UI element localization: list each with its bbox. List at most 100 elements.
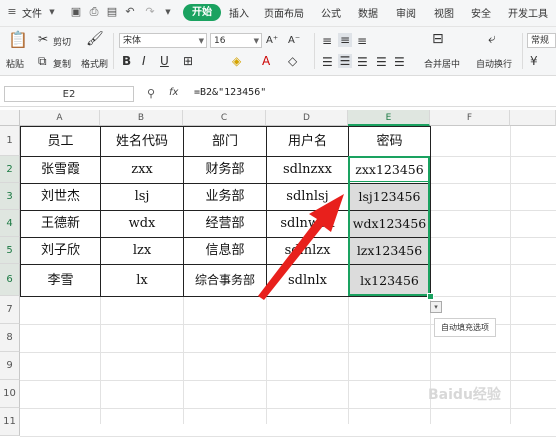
tab-data[interactable]: 数据 bbox=[358, 5, 378, 20]
header-cell[interactable]: 密码 bbox=[349, 127, 430, 156]
underline-icon[interactable]: U bbox=[160, 54, 169, 68]
table-cell[interactable]: 综合事务部 bbox=[184, 265, 266, 296]
row-header-8[interactable]: 8 bbox=[0, 324, 20, 352]
column-header-e[interactable]: E bbox=[348, 110, 430, 126]
table-cell[interactable]: lzx bbox=[101, 238, 183, 264]
header-cell[interactable]: 部门 bbox=[184, 127, 266, 156]
name-box[interactable]: E2 bbox=[4, 86, 134, 102]
autofill-options-button[interactable]: ▾ bbox=[430, 301, 442, 313]
header-cell[interactable]: 员工 bbox=[21, 127, 100, 156]
row-header-9[interactable]: 9 bbox=[0, 352, 20, 380]
align-center-icon[interactable]: ☰ bbox=[338, 54, 352, 68]
table-cell[interactable]: lx bbox=[101, 265, 183, 296]
font-name-select[interactable]: 宋体 ▼ bbox=[119, 33, 207, 48]
column-header-c[interactable]: C bbox=[183, 110, 266, 126]
align-middle-icon[interactable]: ≡ bbox=[338, 33, 352, 47]
tab-developer[interactable]: 开发工具 bbox=[508, 5, 548, 20]
format-painter-button[interactable]: 格式刷 bbox=[81, 57, 108, 70]
print-preview-icon[interactable]: ▤ bbox=[106, 6, 118, 18]
table-cell[interactable]: sdlnlx bbox=[267, 265, 348, 296]
table-cell[interactable]: 信息部 bbox=[184, 238, 266, 264]
header-cell[interactable]: 用户名 bbox=[267, 127, 348, 156]
tab-page-layout[interactable]: 页面布局 bbox=[264, 5, 304, 20]
align-top-icon[interactable]: ≡ bbox=[322, 34, 332, 48]
decrease-font-icon[interactable]: A⁻ bbox=[288, 34, 300, 48]
increase-font-icon[interactable]: A⁺ bbox=[266, 34, 278, 48]
bold-icon[interactable]: B bbox=[122, 54, 131, 68]
header-cell[interactable]: 姓名代码 bbox=[101, 127, 183, 156]
table-cell[interactable]: sdlnzxx bbox=[267, 157, 348, 183]
quick-access-more-icon[interactable]: ▼ bbox=[162, 6, 174, 18]
merge-center-button[interactable]: 合并居中 bbox=[424, 57, 460, 70]
table-cell[interactable]: 经营部 bbox=[184, 211, 266, 237]
row-header-4[interactable]: 4 bbox=[0, 210, 20, 237]
row-header-3[interactable]: 3 bbox=[0, 183, 20, 210]
fill-handle[interactable] bbox=[427, 293, 434, 300]
table-cell[interactable]: sdlnlsj bbox=[267, 184, 348, 210]
zoom-icon[interactable]: ⚲ bbox=[147, 87, 155, 100]
distributed-icon[interactable]: ☰ bbox=[394, 55, 405, 69]
font-color-icon[interactable]: A bbox=[262, 54, 270, 68]
table-cell[interactable]: 财务部 bbox=[184, 157, 266, 183]
currency-icon[interactable]: ¥ bbox=[530, 54, 538, 68]
paste-button[interactable]: 粘贴 bbox=[6, 57, 24, 70]
tab-view[interactable]: 视图 bbox=[434, 5, 454, 20]
select-all-corner[interactable] bbox=[0, 110, 20, 126]
file-menu-chevron-icon[interactable]: ▼ bbox=[46, 6, 58, 18]
table-cell[interactable]: sdlnwdx bbox=[267, 211, 348, 237]
copy-button[interactable]: 复制 bbox=[53, 57, 71, 70]
table-cell[interactable]: 业务部 bbox=[184, 184, 266, 210]
column-header-d[interactable]: D bbox=[266, 110, 348, 126]
scissors-icon[interactable]: ✂ bbox=[38, 32, 48, 46]
file-menu[interactable]: 文件 bbox=[22, 5, 42, 20]
italic-icon[interactable]: I bbox=[142, 54, 146, 68]
column-header-f[interactable]: F bbox=[430, 110, 510, 126]
row-header-7[interactable]: 7 bbox=[0, 296, 20, 324]
border-icon[interactable]: ⊞ bbox=[183, 54, 193, 68]
align-left-icon[interactable]: ☰ bbox=[322, 55, 333, 69]
justify-icon[interactable]: ☰ bbox=[376, 55, 387, 69]
tab-security[interactable]: 安全 bbox=[471, 5, 491, 20]
redo-icon[interactable]: ↷ bbox=[144, 6, 156, 18]
row-header-10[interactable]: 10 bbox=[0, 380, 20, 408]
format-painter-icon[interactable]: 🖌 bbox=[86, 32, 104, 46]
column-header[interactable] bbox=[510, 110, 556, 126]
table-cell[interactable]: 王德新 bbox=[21, 211, 100, 237]
table-cell[interactable]: 李雪 bbox=[21, 265, 100, 296]
merge-center-icon[interactable]: ⊟ bbox=[432, 32, 444, 46]
fill-color-icon[interactable]: ◈ bbox=[232, 54, 241, 68]
fx-icon[interactable]: fx bbox=[169, 87, 178, 98]
clear-format-icon[interactable]: ◇ bbox=[288, 54, 297, 68]
undo-icon[interactable]: ↶ bbox=[124, 6, 136, 18]
column-header-b[interactable]: B bbox=[100, 110, 183, 126]
row-header-1[interactable]: 1 bbox=[0, 126, 20, 156]
cut-button[interactable]: 剪切 bbox=[53, 35, 71, 48]
copy-icon[interactable]: ⧉ bbox=[38, 54, 47, 68]
paste-icon[interactable]: 📋 bbox=[8, 31, 28, 49]
formula-input[interactable]: =B2&"123456" bbox=[194, 87, 266, 98]
tab-review[interactable]: 审阅 bbox=[396, 5, 416, 20]
table-cell[interactable]: 张雪霞 bbox=[21, 157, 100, 183]
align-right-icon[interactable]: ☰ bbox=[357, 55, 368, 69]
auto-wrap-button[interactable]: 自动换行 bbox=[476, 57, 512, 70]
table-cell[interactable]: sdlnlzx bbox=[267, 238, 348, 264]
align-bottom-icon[interactable]: ≡ bbox=[357, 34, 367, 48]
number-format-select[interactable]: 常规 bbox=[527, 33, 556, 48]
table-cell[interactable]: 刘子欣 bbox=[21, 238, 100, 264]
table-cell[interactable]: lsj bbox=[101, 184, 183, 210]
tab-insert[interactable]: 插入 bbox=[229, 5, 249, 20]
hamburger-menu-icon[interactable]: ≡ bbox=[6, 6, 18, 18]
row-header-11[interactable]: 11 bbox=[0, 408, 20, 436]
table-cell[interactable]: wdx bbox=[101, 211, 183, 237]
row-header-6[interactable]: 6 bbox=[0, 264, 20, 296]
column-header-a[interactable]: A bbox=[20, 110, 100, 126]
tab-formulas[interactable]: 公式 bbox=[321, 5, 341, 20]
font-size-select[interactable]: 16 ▼ bbox=[210, 33, 262, 48]
table-cell[interactable]: 刘世杰 bbox=[21, 184, 100, 210]
save-icon[interactable]: ▣ bbox=[70, 6, 82, 18]
row-header-5[interactable]: 5 bbox=[0, 237, 20, 264]
auto-wrap-icon[interactable]: ⤶ bbox=[488, 32, 496, 46]
print-icon[interactable]: ⎙ bbox=[88, 6, 100, 18]
tab-home[interactable]: 开始 bbox=[183, 4, 221, 21]
row-header-2[interactable]: 2 bbox=[0, 156, 20, 183]
